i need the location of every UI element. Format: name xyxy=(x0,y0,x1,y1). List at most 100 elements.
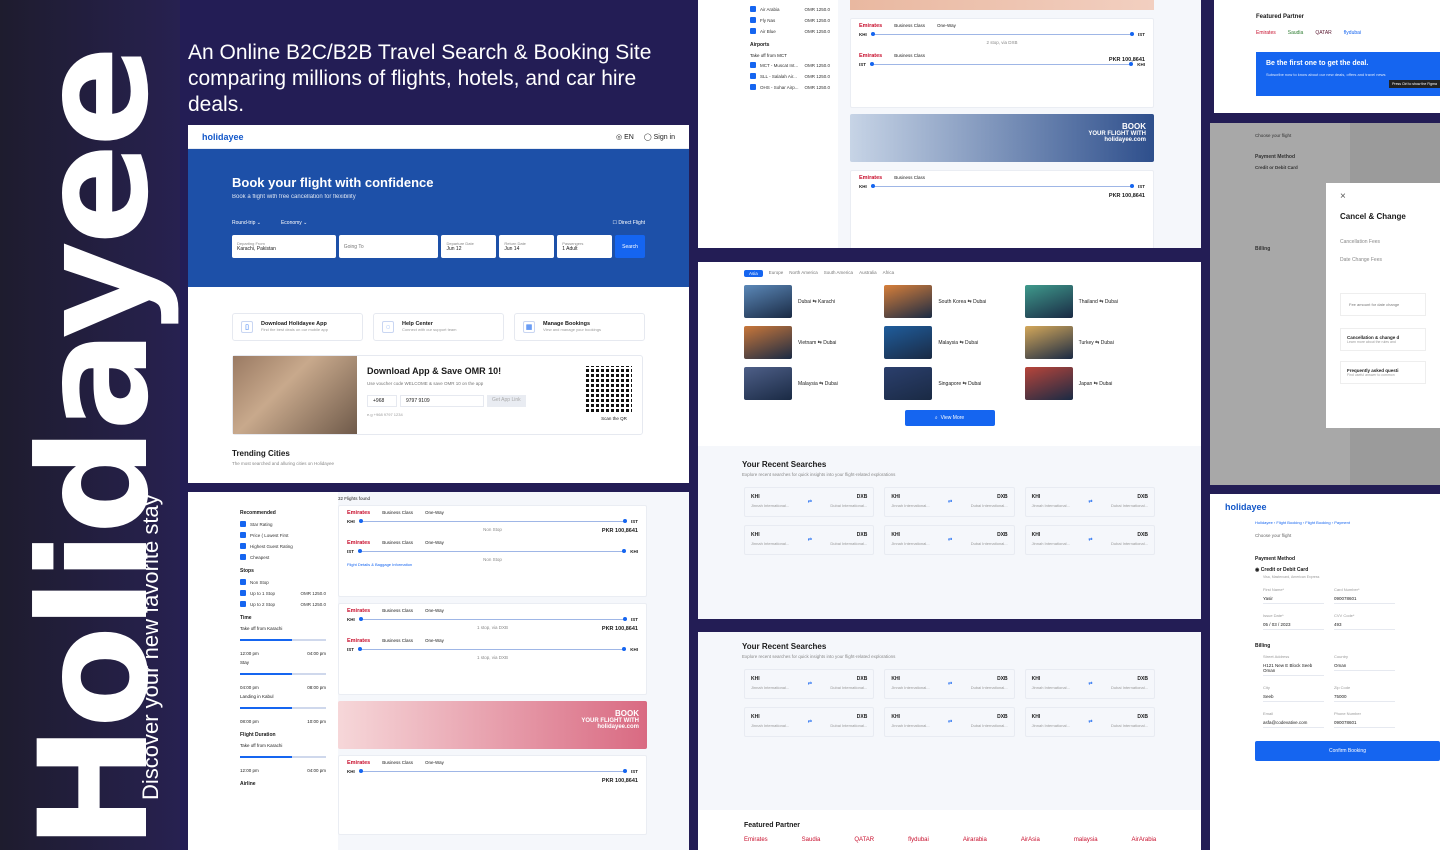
phone-field[interactable]: Phone Number 090078601 xyxy=(1334,711,1395,728)
recent-search-card[interactable]: KHI Jinnah International... ⇄ DXB Dubai Inte… xyxy=(1024,707,1155,737)
country-code-select[interactable]: +968 xyxy=(367,395,397,407)
city-route-card[interactable]: Dubai ⇆ Karachi xyxy=(744,285,874,318)
city-field[interactable]: City Seeb xyxy=(1263,685,1324,702)
stay-slider[interactable] xyxy=(240,673,326,675)
recent-search-card[interactable]: KHI Jinnah International... ⇄ DXB Dubai Inte… xyxy=(884,707,1015,737)
recent-search-card[interactable]: KHI Jinnah International... ⇄ DXB Dubai Inte… xyxy=(884,525,1015,555)
filter-air-blue[interactable]: Air Blue OMR 1250.0 xyxy=(750,28,830,34)
tab-south-america[interactable]: South America xyxy=(824,270,853,277)
cvv-field[interactable]: CVV Code* 493 xyxy=(1334,613,1395,630)
book-banner[interactable]: BOOK YOUR FLIGHT WITH holidayee.com xyxy=(850,114,1154,162)
filter-1-stop[interactable]: Up to 1 Stop OMR 1250.0 xyxy=(240,590,326,596)
recent-search-card[interactable]: KHI Jinnah International... ⇄ DXB Dubai Inte… xyxy=(1024,525,1155,555)
filter-cheapest[interactable]: Cheapest xyxy=(240,554,326,560)
recent-search-card[interactable]: KHI Jinnah International... ⇄ DXB Dubai Inte… xyxy=(744,487,875,517)
direct-flight-checkbox[interactable]: ☐ Direct Flight xyxy=(612,220,645,226)
recent-search-card[interactable]: KHI Jinnah International... ⇄ DXB Dubai Inte… xyxy=(744,669,875,699)
rs-from-code: KHI xyxy=(891,714,900,720)
search-button[interactable]: Search xyxy=(615,235,645,258)
choose-flight[interactable]: Choose your flight xyxy=(1210,525,1440,538)
manage-bookings-card[interactable]: ▦ Manage Bookings View and manage your boo… xyxy=(514,313,645,341)
recent-search-card[interactable]: KHI Jinnah International... ⇄ DXB Dubai Inte… xyxy=(744,707,875,737)
landing-slider[interactable] xyxy=(240,707,326,709)
tab-asia[interactable]: Asia xyxy=(744,270,763,277)
close-icon[interactable]: × xyxy=(1340,191,1426,202)
cancellation-link[interactable]: Cancellation & change d Learn more about … xyxy=(1340,328,1426,351)
flight-card[interactable]: Emirates Business Class One-Way KHI IST PKR… xyxy=(338,755,647,835)
zip-field[interactable]: Zip Code 75000 xyxy=(1334,685,1395,702)
to-field[interactable]: Going To xyxy=(338,235,439,258)
takeoff-slider[interactable] xyxy=(240,639,326,641)
view-more-button[interactable]: ⌕ View More xyxy=(904,410,995,426)
filter-price[interactable]: Price ( Lowest First xyxy=(240,532,326,538)
city-route: Thailand ⇆ Dubai xyxy=(1078,298,1118,305)
card-label: Credit or Debit Card xyxy=(1260,567,1309,573)
flight-card[interactable]: Emirates Business Class KHI IST PKR 100,86… xyxy=(850,170,1154,248)
street-field[interactable]: Street Address H121 New E Block Seeb Oman xyxy=(1263,654,1324,676)
flight-card[interactable]: Emirates Business Class One-Way KHI IST 1 s… xyxy=(338,603,647,695)
trip-type-select[interactable]: Round-trip ⌄ xyxy=(232,220,261,226)
departure-date-field[interactable]: Departure Date Jun 12 xyxy=(441,235,497,258)
duration-slider[interactable] xyxy=(240,756,326,758)
card-option[interactable]: ◉ Credit or Debit Card xyxy=(1255,567,1395,573)
filter-ohs[interactable]: OHS - Sohar Airp... OMR 1250.0 xyxy=(750,84,830,90)
breadcrumb-item[interactable]: Holidayee xyxy=(1255,520,1273,525)
from-field[interactable]: Departing From Karachi, Pakistan xyxy=(232,235,336,258)
book-banner[interactable]: BOOK YOUR FLIGHT WITH holidayee.com xyxy=(338,701,647,749)
recent-search-card[interactable]: KHI Jinnah International... ⇄ DXB Dubai Inte… xyxy=(1024,487,1155,517)
filter-sll[interactable]: SLL - Salalah Air... OMR 1250.0 xyxy=(750,73,830,79)
cabin-select[interactable]: Economy ⌄ xyxy=(281,220,307,226)
card-option[interactable]: Credit or Debit Card xyxy=(1255,165,1338,170)
choose-flight: Choose your flight xyxy=(1255,133,1292,138)
flight-card[interactable]: Emirates Business Class One-Way KHI IST Non… xyxy=(338,505,647,597)
return-date-field[interactable]: Return Date Jun 14 xyxy=(499,235,555,258)
city-route-card[interactable]: Vietnam ⇆ Dubai xyxy=(744,326,874,359)
city-route-card[interactable]: Malaysia ⇆ Dubai xyxy=(744,367,874,400)
flight-details-link[interactable]: Flight Details & Baggage Information xyxy=(347,562,638,567)
city-route-card[interactable]: Turkey ⇆ Dubai xyxy=(1024,326,1155,359)
filter-air-arabia[interactable]: Air Arabia OMR 1250.0 xyxy=(750,6,830,12)
recent-search-card[interactable]: KHI Jinnah International... ⇄ DXB Dubai Inte… xyxy=(884,487,1015,517)
city-route-card[interactable]: Malaysia ⇆ Dubai xyxy=(884,326,1014,359)
filter-2-stop[interactable]: Up to 2 Stop OMR 1250.0 xyxy=(240,601,326,607)
faq-link[interactable]: Frequently asked questi Find useful answe… xyxy=(1340,361,1426,384)
phone-input[interactable]: 9797 9109 xyxy=(400,395,484,407)
issue-date-field[interactable]: Issue Date* 05 / 03 / 2023 xyxy=(1263,613,1324,630)
tab-africa[interactable]: Africa xyxy=(883,270,895,277)
tab-australia[interactable]: Australia xyxy=(859,270,877,277)
language-selector[interactable]: ◎ EN xyxy=(616,133,634,141)
confirm-booking-button[interactable]: Confirm Booking xyxy=(1255,741,1440,761)
field-value: H121 New E Block Seeb Oman xyxy=(1263,661,1324,676)
filter-mct[interactable]: MCT - Muscat Int... OMR 1250.0 xyxy=(750,62,830,68)
city-route-card[interactable]: Japan ⇆ Dubai xyxy=(1024,367,1155,400)
recent-search-card[interactable]: KHI Jinnah International... ⇄ DXB Dubai Inte… xyxy=(884,669,1015,699)
first-name-field[interactable]: First Name* Yasir xyxy=(1263,587,1324,604)
recent-search-card[interactable]: KHI Jinnah International... ⇄ DXB Dubai Inte… xyxy=(1024,669,1155,699)
download-app-card[interactable]: ▯ Download Holidayee App Find the best dea… xyxy=(232,313,363,341)
email-field[interactable]: Email asfa@codevative.com xyxy=(1263,711,1324,728)
field-label: Country xyxy=(1334,654,1349,659)
country-field[interactable]: Country Oman xyxy=(1334,654,1395,676)
recent-search-card[interactable]: KHI Jinnah International... ⇄ DXB Dubai Inte… xyxy=(744,525,875,555)
payment-method-heading: Payment Method xyxy=(1255,154,1296,160)
breadcrumb-item[interactable]: Flight Booking xyxy=(1276,520,1301,525)
calendar-icon: ▦ xyxy=(523,321,535,333)
flight-card[interactable]: Emirates Business Class One-Way KHI IST 2 s… xyxy=(850,18,1154,108)
logo[interactable]: holidayee xyxy=(1210,494,1440,520)
tab-europe[interactable]: Europe xyxy=(769,270,784,277)
help-center-card[interactable]: ◌ Help Center Connect with our support tea… xyxy=(373,313,504,341)
logo[interactable]: holidayee xyxy=(202,132,244,142)
signin-button[interactable]: ◯ Sign in xyxy=(644,133,675,141)
tab-north-america[interactable]: North America xyxy=(789,270,818,277)
city-route-card[interactable]: Singapore ⇆ Dubai xyxy=(884,367,1014,400)
filter-guest-rating[interactable]: Highest Guest Rating xyxy=(240,543,326,549)
card-number-field[interactable]: Card Number* 090078601 xyxy=(1334,587,1395,604)
passengers-field[interactable]: Passengers 1 Adult xyxy=(557,235,613,258)
get-app-link-button[interactable]: Get App Link xyxy=(487,395,526,407)
breadcrumb-item[interactable]: Flight Booking xyxy=(1305,520,1330,525)
filter-star-rating[interactable]: Star Rating xyxy=(240,521,326,527)
filter-fly-nas[interactable]: Fly Nas OMR 1250.0 xyxy=(750,17,830,23)
city-route-card[interactable]: South Korea ⇆ Dubai xyxy=(884,285,1014,318)
city-route-card[interactable]: Thailand ⇆ Dubai xyxy=(1024,285,1155,318)
filter-non-stop[interactable]: Non Stop xyxy=(240,579,326,585)
